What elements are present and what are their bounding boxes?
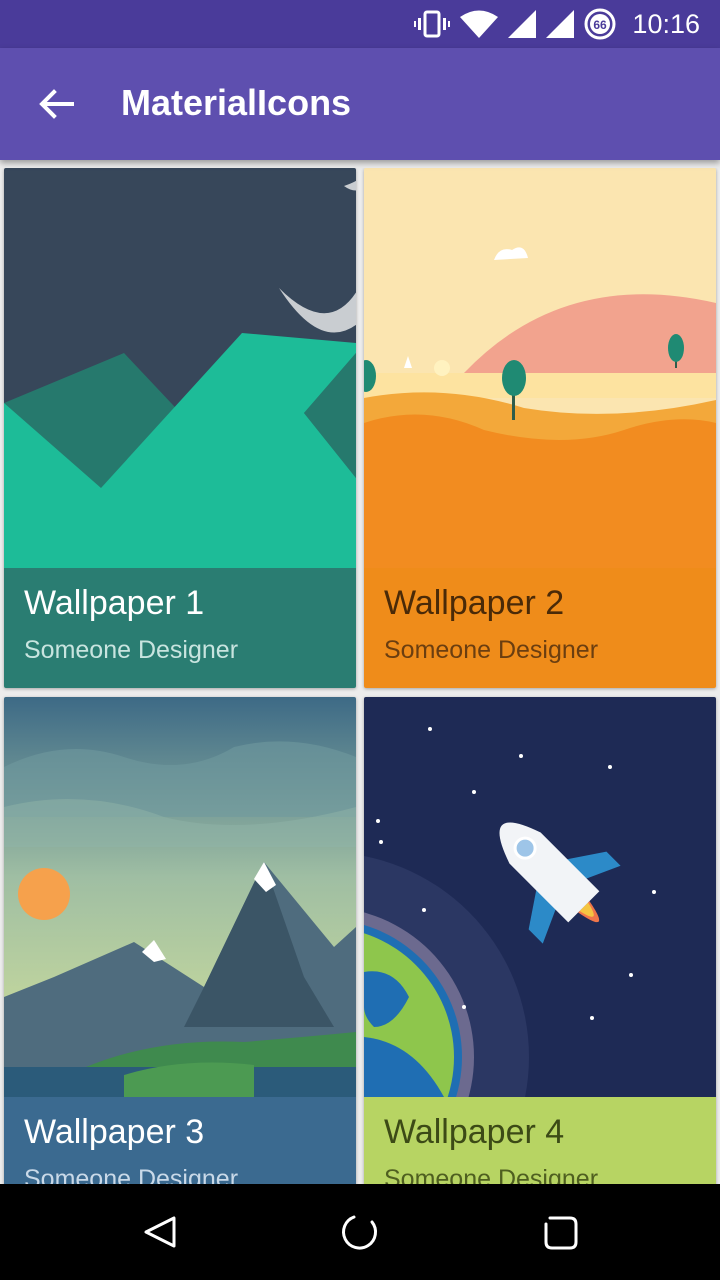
wallpaper-2-image bbox=[364, 168, 716, 568]
page-title: MaterialIcons bbox=[121, 82, 352, 123]
wallpaper-1-image bbox=[4, 168, 356, 568]
nav-recents-icon bbox=[544, 1216, 578, 1250]
clock: 10:16 bbox=[632, 8, 700, 39]
nav-home-icon bbox=[342, 1215, 377, 1250]
card-title: Wallpaper 2 bbox=[384, 584, 565, 622]
card-title: Wallpaper 4 bbox=[384, 1113, 565, 1151]
vibrate-icon bbox=[414, 10, 451, 38]
wallpaper-card[interactable]: Wallpaper 3 Someone Designer bbox=[4, 697, 356, 1184]
signal-icon bbox=[546, 10, 575, 38]
signal-icon bbox=[508, 10, 537, 38]
nav-home-button[interactable] bbox=[320, 1202, 400, 1262]
status-bar: 66 10:16 bbox=[0, 0, 720, 48]
card-caption: Wallpaper 2 Someone Designer bbox=[364, 568, 716, 688]
wallpaper-4-image bbox=[364, 697, 716, 1097]
wallpaper-grid: Wallpaper 1 Someone Designer Wallpaper 2… bbox=[0, 168, 720, 1184]
card-caption: Wallpaper 1 Someone Designer bbox=[4, 568, 356, 688]
back-arrow-icon bbox=[39, 89, 74, 119]
nav-back-icon bbox=[144, 1216, 176, 1248]
status-icons: 66 10:16 bbox=[414, 0, 700, 48]
nav-back-button[interactable] bbox=[120, 1202, 200, 1262]
navigation-bar bbox=[0, 1184, 720, 1280]
card-caption: Wallpaper 3 Someone Designer bbox=[4, 1097, 356, 1184]
card-subtitle: Someone Designer bbox=[24, 1165, 239, 1184]
wallpaper-3-image bbox=[4, 697, 356, 1097]
nav-recents-button[interactable] bbox=[520, 1202, 600, 1262]
app-bar: MaterialIcons bbox=[0, 48, 720, 160]
card-subtitle: Someone Designer bbox=[384, 1165, 599, 1184]
card-title: Wallpaper 1 bbox=[24, 584, 205, 622]
card-subtitle: Someone Designer bbox=[24, 636, 239, 664]
wallpaper-card[interactable]: Wallpaper 2 Someone Designer bbox=[364, 168, 716, 688]
battery-level: 66 bbox=[594, 18, 608, 32]
battery-icon: 66 bbox=[584, 8, 616, 40]
wallpaper-card[interactable]: Wallpaper 1 Someone Designer bbox=[4, 168, 356, 688]
card-caption: Wallpaper 4 Someone Designer bbox=[364, 1097, 716, 1184]
back-button[interactable] bbox=[20, 72, 92, 136]
card-subtitle: Someone Designer bbox=[384, 636, 599, 664]
card-title: Wallpaper 3 bbox=[24, 1113, 205, 1151]
wifi-icon bbox=[460, 10, 499, 38]
wallpaper-card[interactable]: Wallpaper 4 Someone Designer bbox=[364, 697, 716, 1184]
